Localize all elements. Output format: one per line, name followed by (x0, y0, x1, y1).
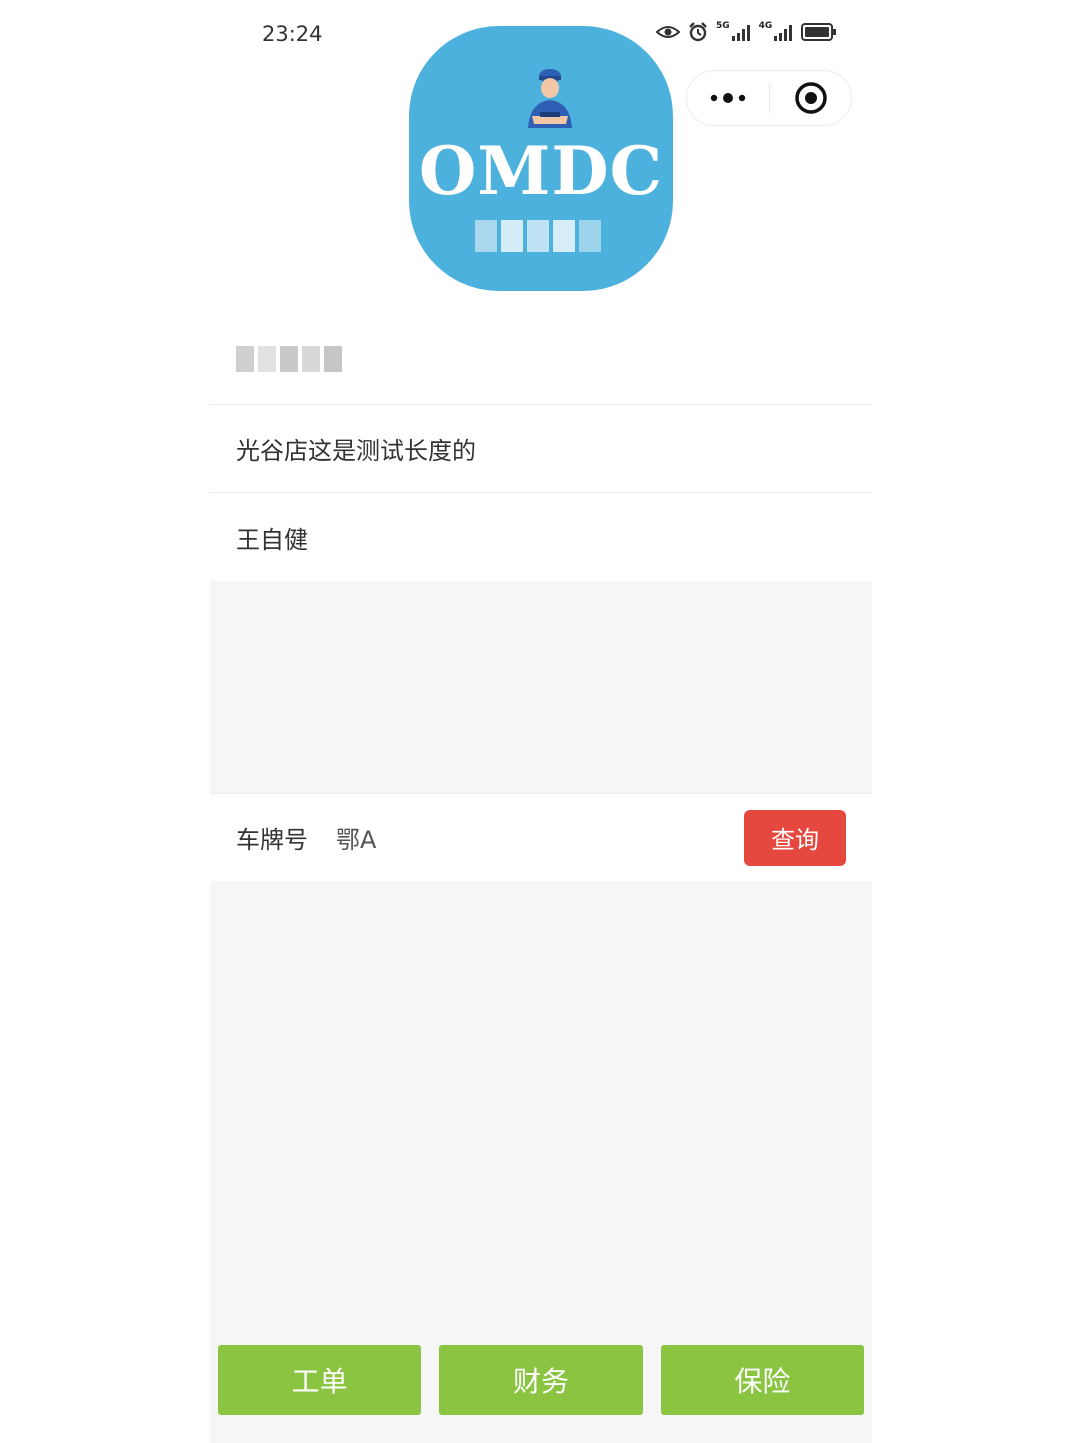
staff-name: 王自健 (236, 525, 308, 554)
bottom-nav: 工单 财务 保险 (218, 1345, 864, 1415)
spacer-top (210, 581, 872, 793)
more-button[interactable] (687, 71, 769, 125)
more-dots-icon (710, 93, 746, 103)
mechanic-mascot-icon (528, 69, 572, 128)
shop-name-row (210, 300, 872, 405)
eye-icon (656, 24, 680, 40)
status-icons: 5G 4G (656, 20, 837, 42)
close-button[interactable] (770, 71, 851, 125)
insurance-button[interactable]: 保险 (660, 1345, 864, 1415)
finance-button[interactable]: 财务 (439, 1345, 643, 1415)
battery-icon (801, 22, 837, 42)
shop-logo: OMDC (409, 26, 673, 291)
logo-subtitle-redacted (475, 220, 601, 252)
signal-4g-icon: 4G (758, 20, 794, 41)
mini-program-capsule (686, 70, 852, 126)
alarm-icon (688, 22, 708, 42)
net-4g-label: 4G (758, 20, 773, 31)
logo-text: OMDC (418, 132, 664, 210)
store-name: 光谷店这是测试长度的 (236, 437, 476, 465)
work-order-button[interactable]: 工单 (218, 1345, 422, 1415)
shop-name-redacted (236, 346, 342, 372)
staff-row: 王自健 (210, 493, 872, 581)
store-row: 光谷店这是测试长度的 (210, 405, 872, 493)
plate-query-row: 车牌号 查询 (210, 793, 872, 881)
net-5g-label: 5G (716, 20, 730, 31)
plate-label: 车牌号 (236, 826, 308, 854)
target-icon (794, 82, 827, 114)
main-content: 光谷店这是测试长度的 王自健 车牌号 查询 (210, 300, 872, 1443)
plate-input[interactable] (336, 823, 696, 852)
signal-5g-icon: 5G (716, 20, 751, 41)
status-time: 23:24 (262, 22, 323, 46)
query-button[interactable]: 查询 (744, 809, 846, 866)
